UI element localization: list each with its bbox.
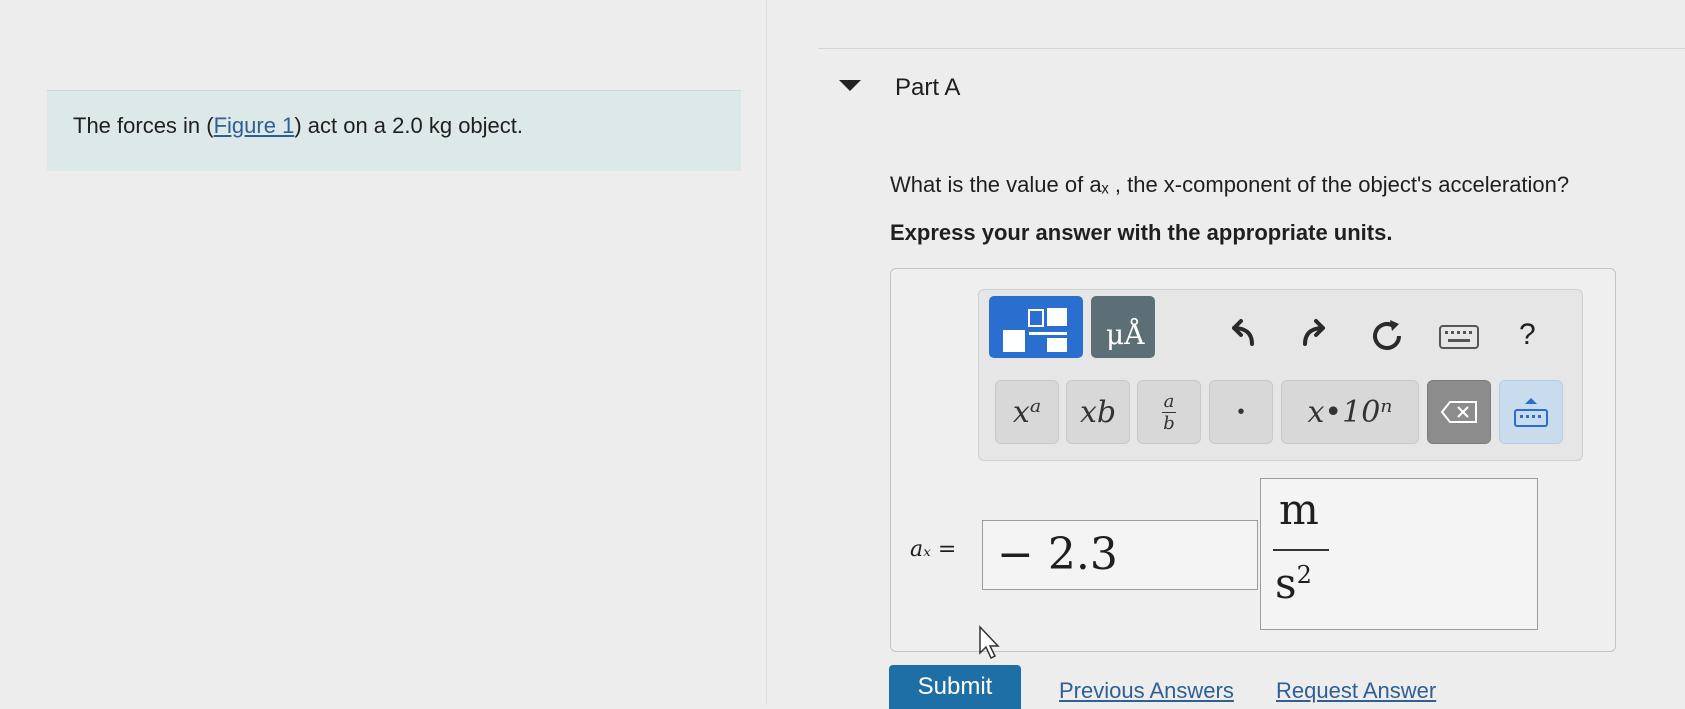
answer-value-input[interactable]: − 2.3 <box>982 520 1258 590</box>
instruction-text: Express your answer with the appropriate… <box>890 220 1393 245</box>
problem-intro-text: The forces in (Figure 1) act on a 2.0 kg… <box>73 113 523 139</box>
templates-icon <box>1003 308 1067 352</box>
part-title: Part A <box>895 74 961 101</box>
intro-prefix: The forces in ( <box>73 113 214 138</box>
fraction-numerator: a <box>1163 390 1175 412</box>
previous-answers-link[interactable]: Previous Answers <box>1059 678 1234 704</box>
keyboard-button[interactable] <box>1437 324 1481 358</box>
column-divider <box>766 0 767 705</box>
answer-units-input[interactable]: m s2 <box>1260 478 1538 630</box>
keyboard-icon <box>1439 325 1479 349</box>
backspace-key[interactable] <box>1427 380 1491 444</box>
help-button[interactable]: ? <box>1519 318 1536 352</box>
subscript-key-label: xb <box>1079 394 1117 430</box>
unit-denominator: s2 <box>1275 559 1312 608</box>
fraction-key[interactable]: a b <box>1137 380 1201 444</box>
request-answer-link[interactable]: Request Answer <box>1276 678 1436 704</box>
collapse-triangle-icon[interactable] <box>839 80 861 91</box>
unit-denominator-text: s <box>1275 559 1297 608</box>
unit-fraction-bar <box>1273 549 1329 551</box>
subscript-key[interactable]: xb <box>1066 380 1130 444</box>
redo-icon <box>1303 319 1325 346</box>
redo-button[interactable] <box>1294 318 1334 360</box>
reset-button[interactable] <box>1367 318 1407 362</box>
mouse-cursor-icon <box>979 625 1000 660</box>
backspace-icon <box>1440 401 1477 423</box>
submit-button[interactable]: Submit <box>889 665 1021 709</box>
superscript-key[interactable]: xᵃ <box>995 380 1059 444</box>
intro-suffix: ) act on a 2.0 kg object. <box>294 113 524 138</box>
reset-icon <box>1373 320 1401 350</box>
keyboard-toggle-key[interactable] <box>1499 380 1563 444</box>
units-icon: μÅ <box>1106 318 1145 351</box>
undo-icon <box>1232 319 1254 346</box>
scientific-notation-key[interactable]: x•10ⁿ <box>1281 380 1419 444</box>
keyboard-expand-icon <box>1514 398 1548 427</box>
templates-button[interactable] <box>989 296 1083 358</box>
answer-label: aₓ = <box>910 537 957 562</box>
problem-intro-panel: The forces in (Figure 1) act on a 2.0 kg… <box>47 90 741 171</box>
undo-button[interactable] <box>1223 318 1263 360</box>
unit-exponent: 2 <box>1296 561 1312 589</box>
part-divider <box>818 48 1685 49</box>
units-button[interactable]: μÅ <box>1091 296 1155 358</box>
decimal-key[interactable]: • <box>1209 380 1273 444</box>
fraction-denominator: b <box>1163 412 1175 434</box>
question-text: What is the value of aₓ , the x-componen… <box>890 172 1570 197</box>
answer-value-text: − 2.3 <box>997 529 1118 580</box>
unit-numerator: m <box>1279 485 1319 534</box>
figure-link[interactable]: Figure 1 <box>214 113 295 138</box>
